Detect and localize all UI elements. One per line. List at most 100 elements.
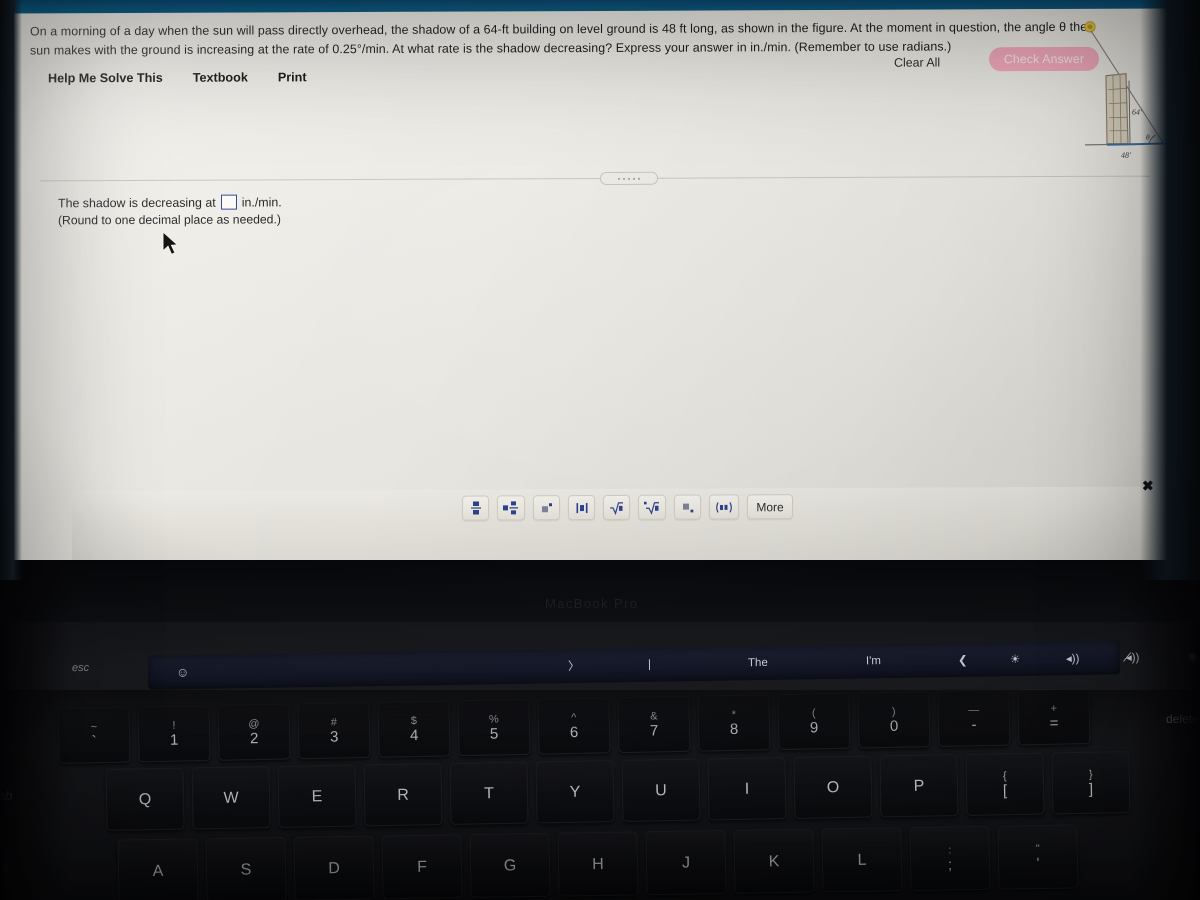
touchbar-item-0[interactable]: 〉	[568, 658, 580, 674]
key-punct-;[interactable]: :;	[909, 825, 991, 892]
key-l[interactable]: L	[821, 827, 903, 893]
more-button[interactable]: More	[747, 494, 793, 520]
key-5[interactable]: % 5	[457, 698, 531, 757]
keyboard-row-home: A S D F G H J K L:; " '	[117, 824, 1079, 900]
key-3[interactable]: #3	[297, 701, 371, 760]
key-t[interactable]: T	[449, 761, 529, 825]
key--[interactable]: — -	[937, 689, 1011, 748]
clear-all-button[interactable]: Clear All	[894, 55, 940, 69]
exercise-actions: Help Me Solve This Textbook Print	[48, 70, 307, 85]
subscript-button[interactable]	[674, 494, 701, 520]
key-i[interactable]: I	[707, 757, 787, 821]
key-9[interactable]: (9	[777, 692, 851, 751]
interval-button[interactable]	[709, 494, 739, 520]
key-y[interactable]: Y	[535, 760, 615, 824]
key-7[interactable]: & 7	[617, 695, 691, 754]
key-a[interactable]: A	[117, 838, 199, 900]
panel-resize-handle[interactable]	[600, 171, 658, 185]
key-8[interactable]: * 8	[697, 694, 771, 752]
problem-statement: On a morning of a day when the sun will …	[30, 19, 1088, 58]
key-upper-label: :	[948, 843, 952, 856]
exercise-page: On a morning of a day when the sun will …	[14, 8, 1177, 574]
sun-icon	[1084, 21, 1096, 33]
key-u[interactable]: U	[621, 758, 701, 822]
key-label: -	[971, 715, 977, 733]
key-upper-label: %	[488, 712, 499, 726]
key-h[interactable]: H	[557, 831, 639, 897]
key-label: U	[655, 781, 667, 799]
key-label: R	[397, 786, 409, 804]
right-shadow	[1130, 560, 1200, 900]
mixed-number-button[interactable]	[497, 495, 525, 521]
touchbar-expand-icon[interactable]: ❮	[958, 653, 968, 667]
check-answer-button[interactable]: Check Answer	[989, 46, 1099, 72]
screen-bottom-bezel	[0, 560, 1200, 630]
absolute-value-button[interactable]	[568, 495, 595, 521]
help-me-solve-this-link[interactable]: Help Me Solve This	[48, 71, 163, 86]
nth-root-button[interactable]	[638, 494, 666, 520]
key-upper-label: )	[891, 705, 896, 718]
key-upper-label: #	[330, 716, 338, 729]
answer-suffix: in./min.	[241, 194, 282, 210]
key-label: =	[1049, 714, 1059, 732]
touchbar-suggestion-im[interactable]: I'm	[866, 655, 881, 667]
key-2[interactable]: @2	[217, 703, 291, 761]
textbook-link[interactable]: Textbook	[193, 71, 248, 85]
key-label: D	[328, 859, 340, 877]
key-k[interactable]: K	[733, 828, 815, 894]
interval-icon	[716, 501, 732, 513]
exponent-icon	[541, 502, 552, 512]
key-upper-label: +	[1050, 702, 1058, 715]
key-1[interactable]: ! 1	[137, 704, 211, 763]
key-w[interactable]: W	[191, 766, 271, 830]
key-label: F	[416, 858, 428, 876]
square-root-button[interactable]	[603, 494, 630, 520]
key-q[interactable]: Q	[105, 767, 185, 831]
volume-icon[interactable]: ◂))	[1066, 651, 1080, 665]
shadow-length-label: 48'	[1121, 151, 1131, 160]
math-palette: More	[462, 494, 793, 521]
emoji-icon[interactable]: ☺	[176, 664, 190, 679]
print-link[interactable]: Print	[278, 70, 307, 84]
key-label: 9	[809, 718, 819, 736]
touchbar-item-1[interactable]: |	[648, 659, 651, 671]
key-upper-label: —	[968, 703, 980, 716]
answer-input[interactable]	[220, 194, 237, 210]
key-upper-label: (	[811, 706, 816, 719]
keyboard-row-qwerty: Q W E R T Y U I O P {[}]	[105, 751, 1131, 831]
key-6[interactable]: ^ 6	[537, 697, 611, 755]
key-punct-'[interactable]: " '	[997, 824, 1079, 890]
key-o[interactable]: O	[793, 755, 873, 819]
fraction-button[interactable]	[462, 495, 489, 521]
key-upper-label: $	[410, 714, 418, 727]
exponent-button[interactable]	[533, 495, 560, 521]
key-0[interactable]: ) 0	[857, 691, 931, 749]
esc-key[interactable]: esc	[72, 662, 89, 674]
key-e[interactable]: E	[277, 764, 357, 828]
absolute-value-icon	[576, 502, 587, 513]
key-label: ;	[947, 855, 953, 874]
brightness-icon[interactable]: ☀	[1010, 652, 1020, 666]
rounding-note: (Round to one decimal place as needed.)	[58, 212, 281, 228]
key-=[interactable]: + =	[1017, 688, 1091, 746]
key-f[interactable]: F	[381, 834, 463, 900]
key-upper-label: ^	[571, 711, 577, 724]
touchbar-suggestion-the[interactable]: The	[748, 657, 768, 669]
key-p[interactable]: P	[879, 754, 959, 818]
key-bracket-][interactable]: }]	[1051, 751, 1131, 815]
key-label: '	[1036, 854, 1040, 872]
answer-sentence: The shadow is decreasing at in./min.	[58, 194, 282, 210]
key-4[interactable]: $4	[377, 700, 451, 758]
nth-root-icon	[644, 501, 659, 515]
key-label: J	[681, 854, 691, 872]
key-bracket-[[interactable]: {[	[965, 752, 1045, 816]
macbook-pro-logo: MacBook Pro	[545, 596, 639, 611]
key-upper-label: *	[731, 708, 737, 721]
key-j[interactable]: J	[645, 829, 727, 896]
key-s[interactable]: S	[205, 836, 287, 900]
key-label: 6	[569, 723, 579, 741]
key-d[interactable]: D	[293, 835, 375, 900]
key-label: S	[240, 860, 252, 879]
key-g[interactable]: G	[469, 832, 551, 899]
key-r[interactable]: R	[363, 763, 443, 827]
